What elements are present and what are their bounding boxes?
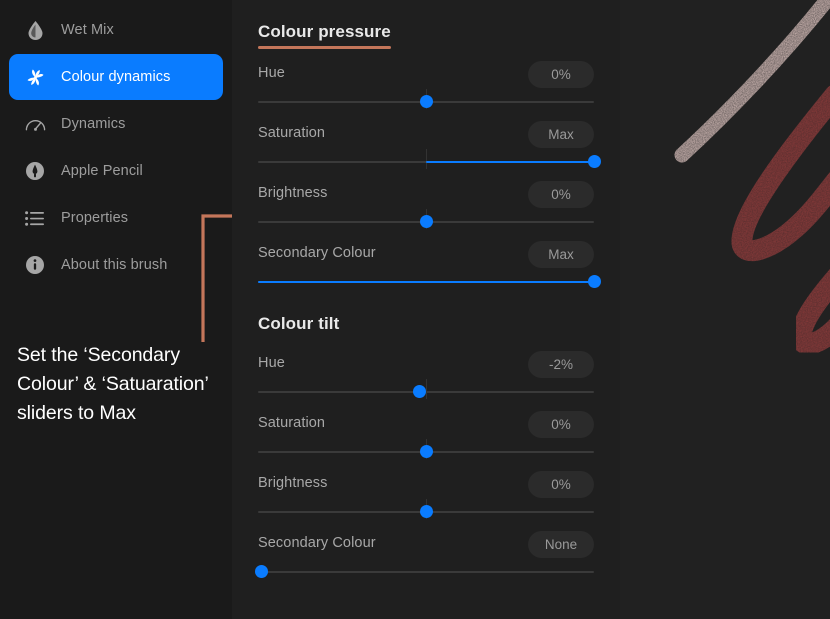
slider-pressure-saturation[interactable]	[258, 149, 601, 169]
slider-value-badge[interactable]: Max	[528, 241, 594, 268]
sidebar-item-about-this-brush[interactable]: About this brush	[9, 242, 223, 288]
slider-knob[interactable]	[419, 215, 433, 228]
slider-fill	[258, 281, 594, 283]
slider-label: Secondary Colour	[258, 535, 376, 551]
slider-label: Secondary Colour	[258, 245, 376, 261]
section-header-colour-tilt: Colour tilt	[258, 314, 339, 334]
slider-tilt-hue[interactable]	[258, 379, 594, 399]
sidebar-item-label: Wet Mix	[61, 22, 114, 38]
slider-tilt-saturation[interactable]	[258, 439, 594, 459]
slider-knob[interactable]	[419, 445, 433, 458]
slider-knob[interactable]	[254, 565, 268, 578]
slider-value-badge[interactable]: Max	[528, 121, 594, 148]
row-header: Saturation Max	[258, 121, 594, 149]
sidebar-item-apple-pencil[interactable]: Apple Pencil	[9, 148, 223, 194]
section-title: Colour pressure	[258, 22, 391, 41]
slider-tilt-secondary-colour[interactable]	[254, 565, 594, 579]
pencil-icon	[22, 158, 48, 184]
section-title-underline	[258, 46, 391, 49]
slider-pressure-hue[interactable]	[258, 89, 594, 109]
slider-value-badge[interactable]: 0%	[528, 471, 594, 498]
dark-red-loop-lower	[790, 268, 830, 355]
slider-value-badge[interactable]: -2%	[528, 351, 594, 378]
slider-value-badge[interactable]: 0%	[528, 61, 594, 88]
slider-value-badge[interactable]: 0%	[528, 411, 594, 438]
stroke-artwork	[674, 0, 830, 355]
brush-stroke-preview	[620, 0, 830, 619]
slider-pressure-brightness[interactable]	[258, 209, 594, 229]
speedometer-icon	[22, 111, 48, 137]
list-icon	[22, 205, 48, 231]
sidebar-item-label: Apple Pencil	[61, 163, 143, 179]
dark-red-loop-upper	[731, 85, 830, 262]
slider-label: Brightness	[258, 185, 328, 201]
slider-knob[interactable]	[419, 95, 433, 108]
droplet-icon	[22, 17, 48, 43]
slider-row-tilt-saturation: Saturation 0%	[258, 411, 594, 459]
slider-track[interactable]	[258, 571, 594, 573]
section-header-colour-pressure: Colour pressure	[258, 22, 391, 49]
slider-knob[interactable]	[587, 155, 601, 168]
sidebar-item-properties[interactable]: Properties	[9, 195, 223, 241]
sidebar-item-dynamics[interactable]: Dynamics	[9, 101, 223, 147]
slider-label: Brightness	[258, 475, 328, 491]
slider-pressure-secondary-colour[interactable]	[258, 275, 601, 289]
row-header: Hue 0%	[258, 61, 594, 89]
row-header: Brightness 0%	[258, 471, 594, 499]
pinwheel-icon	[22, 64, 48, 90]
settings-sidebar: Wet Mix Colour dynamics Dynamics Apple P…	[0, 0, 260, 619]
slider-fill	[426, 161, 594, 163]
slider-tilt-brightness[interactable]	[258, 499, 594, 519]
slider-row-pressure-brightness: Brightness 0%	[258, 181, 594, 229]
slider-knob[interactable]	[587, 275, 601, 288]
sidebar-item-label: Colour dynamics	[61, 69, 171, 85]
sidebar-item-wet-mix[interactable]: Wet Mix	[9, 7, 223, 53]
colour-dynamics-panel: Colour pressure Hue 0% Saturation Max Br…	[232, 0, 620, 619]
slider-row-tilt-hue: Hue -2%	[258, 351, 594, 399]
slider-row-pressure-secondary-colour: Secondary Colour Max	[258, 241, 601, 289]
slider-knob[interactable]	[412, 385, 426, 398]
info-icon	[22, 252, 48, 278]
slider-label: Saturation	[258, 415, 326, 431]
sidebar-item-colour-dynamics[interactable]: Colour dynamics	[9, 54, 223, 100]
row-header: Brightness 0%	[258, 181, 594, 209]
annotation-text: Set the ‘Secondary Colour’ & ‘Satuaratio…	[17, 344, 208, 424]
slider-center-tick	[426, 379, 427, 399]
brush-studio-window: Wet Mix Colour dynamics Dynamics Apple P…	[0, 0, 830, 619]
slider-row-tilt-brightness: Brightness 0%	[258, 471, 594, 519]
slider-row-tilt-secondary-colour: Secondary Colour None	[254, 531, 594, 579]
slider-row-pressure-saturation: Saturation Max	[258, 121, 601, 169]
slider-value-badge[interactable]: 0%	[528, 181, 594, 208]
row-header: Hue -2%	[258, 351, 594, 379]
slider-row-pressure-hue: Hue 0%	[258, 61, 594, 109]
row-header: Saturation 0%	[258, 411, 594, 439]
slider-label: Saturation	[258, 125, 326, 141]
row-header: Secondary Colour None	[258, 531, 594, 559]
sidebar-item-label: Dynamics	[61, 116, 126, 132]
slider-label: Hue	[258, 355, 285, 371]
section-title: Colour tilt	[258, 314, 340, 333]
sidebar-item-label: About this brush	[61, 257, 168, 273]
slider-center-tick	[426, 149, 427, 169]
row-header: Secondary Colour Max	[258, 241, 594, 269]
slider-value-badge[interactable]: None	[528, 531, 594, 558]
sidebar-item-label: Properties	[61, 210, 129, 226]
slider-knob[interactable]	[419, 505, 433, 518]
slider-label: Hue	[258, 65, 285, 81]
